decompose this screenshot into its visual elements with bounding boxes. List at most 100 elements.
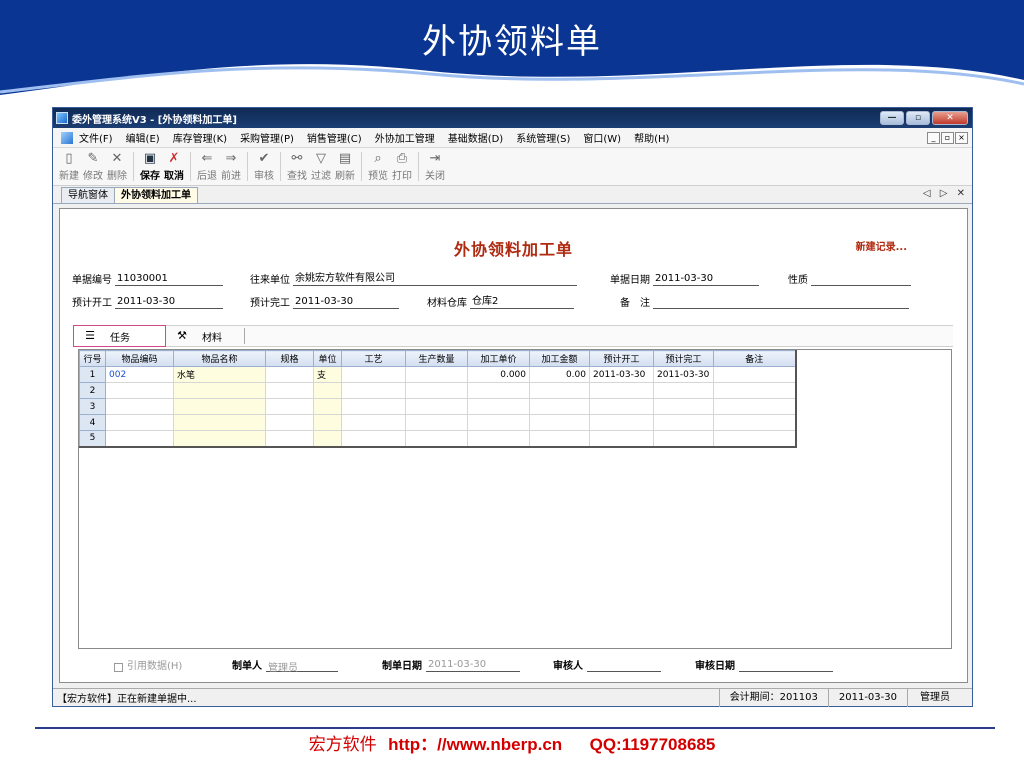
note-input[interactable]: [653, 296, 909, 309]
col-unit[interactable]: 单位: [313, 350, 342, 367]
cell-plan-start[interactable]: 2011-03-30: [589, 366, 654, 383]
close-window-button[interactable]: ✕: [932, 111, 968, 125]
menu-file[interactable]: 文件(F): [79, 130, 113, 145]
cell-spec[interactable]: [265, 382, 314, 399]
back-button[interactable]: ⇐ 后退: [195, 148, 219, 185]
nature-input[interactable]: [811, 273, 911, 286]
cell-plan-start[interactable]: [589, 414, 654, 431]
col-row-no[interactable]: 行号: [79, 350, 106, 367]
col-process[interactable]: 工艺: [341, 350, 406, 367]
plan-end-input[interactable]: 2011-03-30: [293, 296, 399, 309]
cell-unit-price[interactable]: [467, 414, 530, 431]
cell-item-code[interactable]: [105, 430, 174, 447]
edit-button[interactable]: ✎ 修改: [81, 148, 105, 185]
find-button[interactable]: ⚯ 查找: [285, 148, 309, 185]
cell-quantity[interactable]: [405, 398, 468, 415]
cell-plan-end[interactable]: 2011-03-30: [653, 366, 714, 383]
tab-nav-window[interactable]: 导航窗体: [61, 187, 115, 203]
cell-plan-start[interactable]: [589, 398, 654, 415]
cell-amount[interactable]: [529, 414, 590, 431]
partner-input[interactable]: 余姚宏方软件有限公司: [293, 273, 577, 286]
cell-remark[interactable]: [713, 414, 796, 431]
cell-unit[interactable]: [313, 430, 342, 447]
cell-item-code[interactable]: 002: [105, 366, 174, 383]
col-plan-end[interactable]: 预计完工: [653, 350, 714, 367]
tab-material[interactable]: ⚒ 材料: [166, 325, 255, 347]
cell-spec[interactable]: [265, 430, 314, 447]
menu-basic-data[interactable]: 基础数据(D): [448, 130, 504, 145]
audit-button[interactable]: ✔ 审核: [252, 148, 276, 185]
col-unit-price[interactable]: 加工单价: [467, 350, 530, 367]
cell-quantity[interactable]: [405, 382, 468, 399]
cell-amount[interactable]: [529, 430, 590, 447]
delete-button[interactable]: ✕ 删除: [105, 148, 129, 185]
col-quantity[interactable]: 生产数量: [405, 350, 468, 367]
cell-spec[interactable]: [265, 366, 314, 383]
cell-process[interactable]: [341, 430, 406, 447]
tab-scroll-close-icons[interactable]: ◁ ▷ ✕: [923, 188, 968, 199]
cell-unit-price[interactable]: [467, 398, 530, 415]
ref-data-checkbox-field[interactable]: 引用数据(H): [114, 657, 182, 672]
cell-process[interactable]: [341, 398, 406, 415]
close-button[interactable]: ⇥ 关闭: [423, 148, 447, 185]
print-button[interactable]: ⎙ 打印: [390, 148, 414, 185]
cell-item-code[interactable]: [105, 398, 174, 415]
mdi-close-button[interactable]: ×: [955, 131, 968, 144]
bill-no-input[interactable]: 11030001: [115, 273, 223, 286]
table-row[interactable]: 5: [79, 430, 796, 447]
table-row[interactable]: 2: [79, 382, 796, 399]
cell-unit[interactable]: [313, 382, 342, 399]
cell-amount[interactable]: [529, 382, 590, 399]
cell-remark[interactable]: [713, 398, 796, 415]
table-row[interactable]: 1 002 水笔 支 0.000 0.00 2011-03-30 2011-03…: [79, 366, 796, 383]
cell-item-name[interactable]: 水笔: [173, 366, 266, 383]
cell-unit[interactable]: [313, 414, 342, 431]
cell-remark[interactable]: [713, 382, 796, 399]
warehouse-input[interactable]: 仓库2: [470, 296, 574, 309]
menu-sales[interactable]: 销售管理(C): [307, 130, 362, 145]
plan-start-input[interactable]: 2011-03-30: [115, 296, 223, 309]
cell-plan-end[interactable]: [653, 430, 714, 447]
cell-quantity[interactable]: [405, 430, 468, 447]
cell-item-name[interactable]: [173, 430, 266, 447]
col-plan-start[interactable]: 预计开工: [589, 350, 654, 367]
refresh-button[interactable]: ▤ 刷新: [333, 148, 357, 185]
minimize-button[interactable]: —: [880, 111, 904, 125]
cell-plan-end[interactable]: [653, 398, 714, 415]
cell-process[interactable]: [341, 382, 406, 399]
table-row[interactable]: 3: [79, 398, 796, 415]
cell-spec[interactable]: [265, 398, 314, 415]
cell-item-code[interactable]: [105, 414, 174, 431]
cell-item-name[interactable]: [173, 382, 266, 399]
cell-plan-start[interactable]: [589, 430, 654, 447]
menu-system[interactable]: 系统管理(S): [516, 130, 570, 145]
cell-plan-end[interactable]: [653, 414, 714, 431]
menu-window[interactable]: 窗口(W): [583, 130, 621, 145]
cell-remark[interactable]: [713, 366, 796, 383]
ref-data-checkbox[interactable]: [114, 663, 123, 672]
cell-unit[interactable]: [313, 398, 342, 415]
cancel-button[interactable]: ✗ 取消: [162, 148, 186, 185]
table-row[interactable]: 4: [79, 414, 796, 431]
bill-date-input[interactable]: 2011-03-30: [653, 273, 759, 286]
restore-button[interactable]: ▫: [906, 111, 930, 125]
cell-amount[interactable]: 0.00: [529, 366, 590, 383]
filter-button[interactable]: ▽ 过滤: [309, 148, 333, 185]
cell-quantity[interactable]: [405, 366, 468, 383]
cell-plan-end[interactable]: [653, 382, 714, 399]
cell-item-name[interactable]: [173, 398, 266, 415]
cell-unit-price[interactable]: [467, 430, 530, 447]
col-item-name[interactable]: 物品名称: [173, 350, 266, 367]
cell-process[interactable]: [341, 414, 406, 431]
menu-edit[interactable]: 编辑(E): [126, 130, 160, 145]
col-remark[interactable]: 备注: [713, 350, 796, 367]
forward-button[interactable]: ⇒ 前进: [219, 148, 243, 185]
preview-button[interactable]: ⌕ 预览: [366, 148, 390, 185]
cell-amount[interactable]: [529, 398, 590, 415]
cell-item-code[interactable]: [105, 382, 174, 399]
window-title-bar[interactable]: 委外管理系统V3 - [外协领料加工单] — ▫ ✕: [53, 108, 972, 128]
tab-outsource-material-bill[interactable]: 外协领料加工单: [114, 187, 198, 203]
cell-process[interactable]: [341, 366, 406, 383]
cell-quantity[interactable]: [405, 414, 468, 431]
menu-purchase[interactable]: 采购管理(P): [240, 130, 294, 145]
